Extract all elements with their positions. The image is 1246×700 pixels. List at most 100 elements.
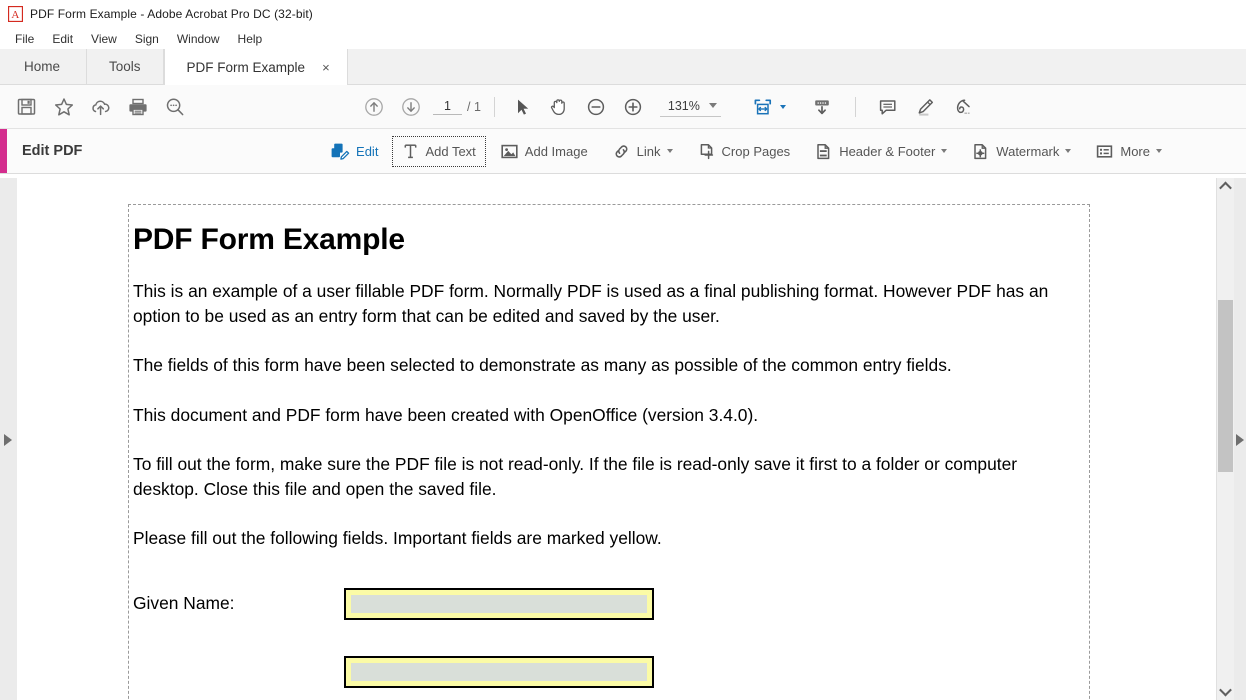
chevron-up-icon[interactable]: [1217, 178, 1234, 195]
page-canvas: PDF Form Example This is an example of a…: [17, 178, 1217, 700]
page-title[interactable]: PDF Form Example: [133, 223, 1089, 257]
chevron-down-icon[interactable]: [779, 104, 786, 109]
edit-tool-crop-pages[interactable]: Crop Pages: [687, 136, 801, 167]
edit-tool-add-text-label: Add Text: [425, 143, 476, 159]
more-icon: [1095, 142, 1114, 161]
chevron-down-icon[interactable]: [1217, 683, 1234, 700]
cursor-arrow-icon[interactable]: [504, 90, 541, 124]
zoom-out-icon[interactable]: [578, 90, 615, 124]
zoom-in-icon[interactable]: [615, 90, 652, 124]
menu-item-file[interactable]: File: [6, 30, 43, 48]
comment-icon[interactable]: [870, 90, 907, 124]
chevron-down-icon[interactable]: [1156, 149, 1162, 153]
acrobat-window: A PDF Form Example - Adobe Acrobat Pro D…: [0, 0, 1246, 700]
given-name-label: Given Name:: [133, 593, 235, 614]
search-icon[interactable]: [156, 90, 193, 124]
edit-tool-watermark-label: Watermark: [996, 143, 1060, 159]
fit-width-icon[interactable]: [745, 90, 782, 124]
editable-content-region[interactable]: PDF Form Example This is an example of a…: [128, 204, 1090, 700]
toolbar-page-nav-group: / 1: [355, 90, 721, 124]
document-paragraph[interactable]: To fill out the form, make sure the PDF …: [133, 452, 1083, 502]
document-area: PDF Form Example This is an example of a…: [0, 178, 1246, 700]
main-toolbar: / 1: [0, 85, 1246, 129]
crop-pages-icon: [697, 142, 716, 161]
close-icon[interactable]: ×: [319, 59, 333, 76]
given-name-field[interactable]: [344, 587, 654, 620]
toolbar-accent-bar: [0, 129, 7, 173]
form-field-row: Given Name:: [133, 587, 1089, 620]
edit-pdf-icon: [330, 142, 350, 161]
tab-pdf-form-example-label: PDF Form Example: [186, 59, 306, 75]
edit-tool-more[interactable]: More: [1085, 136, 1172, 167]
menu-item-edit[interactable]: Edit: [43, 30, 82, 48]
edit-tool-header-footer[interactable]: Header & Footer: [804, 136, 957, 167]
expand-right-icon[interactable]: [4, 434, 12, 446]
star-icon[interactable]: [45, 90, 82, 124]
document-paragraph[interactable]: The fields of this form have been select…: [133, 353, 1083, 378]
edit-tool-edit[interactable]: Edit: [320, 136, 388, 167]
arrow-up-circle-icon[interactable]: [355, 90, 392, 124]
page-number-input[interactable]: [433, 98, 462, 115]
tab-tools[interactable]: Tools: [87, 49, 164, 84]
sign-icon[interactable]: [944, 90, 981, 124]
form-field-row: [133, 655, 1089, 688]
print-icon[interactable]: [119, 90, 156, 124]
zoom-level-control[interactable]: 131%: [659, 97, 721, 117]
chevron-down-icon[interactable]: [1065, 149, 1072, 153]
edit-tool-link[interactable]: Link: [602, 136, 683, 167]
edit-pdf-tool-list: Edit Add Text Add Image Link Crop Pages …: [318, 135, 1246, 167]
hand-icon[interactable]: [541, 90, 578, 124]
menu-item-window[interactable]: Window: [168, 30, 229, 48]
edit-pdf-title: Edit PDF: [22, 143, 83, 159]
watermark-icon: [971, 142, 990, 161]
header-footer-icon: [814, 142, 833, 161]
menu-item-sign[interactable]: Sign: [126, 30, 168, 48]
menu-item-view[interactable]: View: [82, 30, 126, 48]
chevron-down-icon[interactable]: [666, 149, 673, 153]
document-paragraph[interactable]: Please fill out the following fields. Im…: [133, 526, 1083, 551]
edit-tool-add-image[interactable]: Add Image: [490, 136, 598, 167]
edit-pdf-toolbar: Edit PDF Edit Add Text Add Image Link Cr…: [0, 129, 1246, 174]
tab-pdf-form-example[interactable]: PDF Form Example ×: [163, 49, 348, 85]
vertical-scrollbar[interactable]: [1216, 178, 1234, 700]
add-text-icon: [402, 142, 419, 161]
upload-cloud-icon[interactable]: [82, 90, 119, 124]
tab-tools-label: Tools: [109, 59, 141, 74]
toolbar-divider: [493, 96, 495, 117]
highlighter-icon[interactable]: [907, 90, 944, 124]
tab-strip: Home Tools PDF Form Example ×: [0, 49, 1246, 85]
edit-tool-add-text[interactable]: Add Text: [392, 135, 486, 167]
page-navigation: / 1: [433, 98, 481, 115]
tab-home[interactable]: Home: [0, 49, 88, 84]
edit-tool-link-label: Link: [636, 143, 661, 159]
arrow-down-circle-icon[interactable]: [392, 90, 429, 124]
edit-tool-crop-pages-label: Crop Pages: [721, 143, 791, 159]
toolbar-view-group: [745, 90, 870, 124]
page-down-icon[interactable]: [804, 90, 841, 124]
toolbar-right-group: [870, 90, 981, 124]
acrobat-icon: A: [8, 6, 23, 22]
document-paragraph[interactable]: This is an example of a user fillable PD…: [133, 279, 1083, 329]
edit-tool-add-image-label: Add Image: [524, 143, 588, 159]
chevron-down-icon[interactable]: [941, 149, 948, 153]
expand-left-icon[interactable]: [1236, 434, 1244, 446]
save-icon[interactable]: [8, 90, 45, 124]
menu-item-help[interactable]: Help: [229, 30, 272, 48]
document-paragraph[interactable]: This document and PDF form have been cre…: [133, 403, 1083, 428]
tab-home-label: Home: [24, 59, 61, 74]
scrollbar-thumb[interactable]: [1218, 300, 1233, 472]
edit-tool-watermark[interactable]: Watermark: [961, 136, 1081, 167]
add-image-icon: [500, 142, 519, 161]
chevron-down-icon[interactable]: [708, 103, 717, 108]
edit-tool-edit-label: Edit: [356, 143, 379, 159]
link-icon: [612, 142, 631, 161]
toolbar-divider: [854, 96, 856, 117]
edit-tool-header-footer-label: Header & Footer: [839, 143, 936, 159]
form-text-field[interactable]: [344, 655, 654, 688]
edit-tool-more-label: More: [1120, 143, 1150, 159]
page-count-label: / 1: [467, 99, 481, 114]
svg-text:A: A: [11, 9, 19, 21]
window-title: PDF Form Example - Adobe Acrobat Pro DC …: [30, 7, 313, 21]
menu-bar: File Edit View Sign Window Help: [0, 28, 1246, 49]
zoom-level-value: 131%: [667, 98, 700, 113]
